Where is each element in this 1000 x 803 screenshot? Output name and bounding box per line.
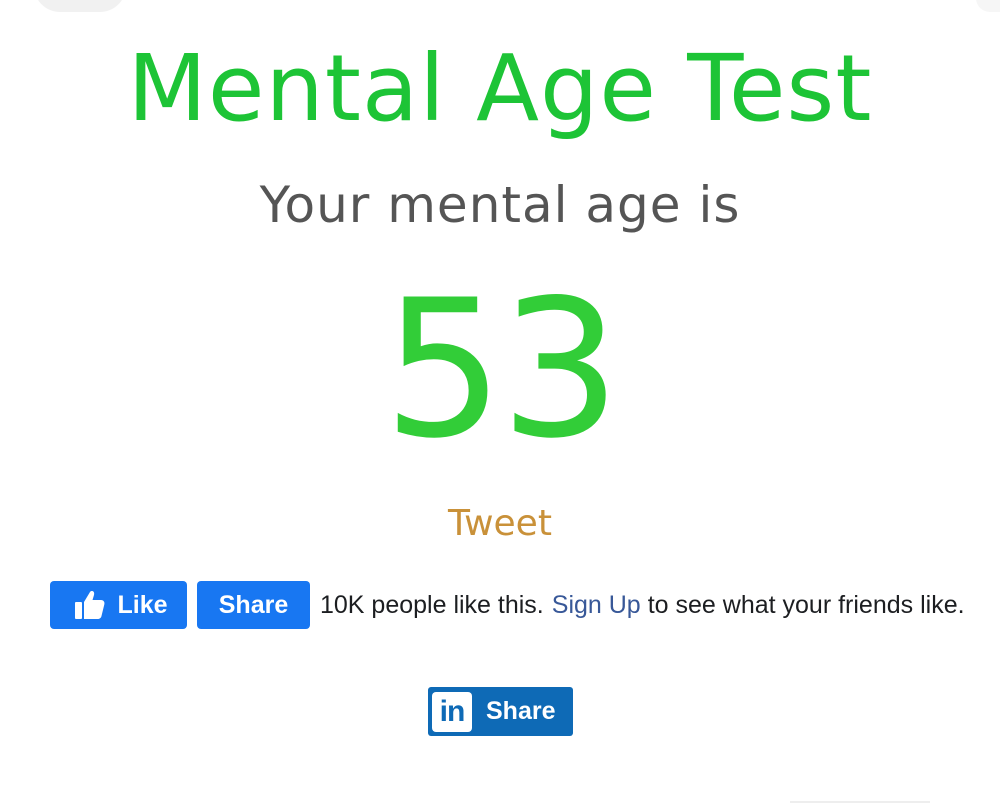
- thumbs-up-icon: [73, 588, 107, 622]
- corner-decoration: [34, 0, 126, 12]
- mental-age-value: 53: [383, 259, 621, 480]
- facebook-like-button[interactable]: Like: [50, 581, 187, 629]
- tweet-link[interactable]: Tweet: [0, 504, 1000, 544]
- facebook-share-label: Share: [218, 590, 289, 619]
- linkedin-logo-icon: in: [432, 691, 472, 732]
- facebook-signup-link[interactable]: Sign Up: [552, 591, 641, 620]
- facebook-like-label: Like: [117, 590, 168, 619]
- linkedin-share-label: Share: [486, 697, 556, 725]
- result-subtitle: Your mental age is: [259, 176, 741, 234]
- page-title: Mental Age Test: [127, 35, 873, 142]
- linkedin-share-button[interactable]: in Share: [428, 687, 573, 736]
- facebook-like-count: 10K people like this.: [320, 590, 544, 619]
- facebook-share-button[interactable]: Share: [197, 581, 310, 629]
- corner-decoration-right: [976, 0, 1000, 12]
- facebook-social-bar: Like Share 10K people like this. Sign Up…: [50, 581, 965, 629]
- facebook-suffix-text: to see what your friends like.: [647, 590, 965, 619]
